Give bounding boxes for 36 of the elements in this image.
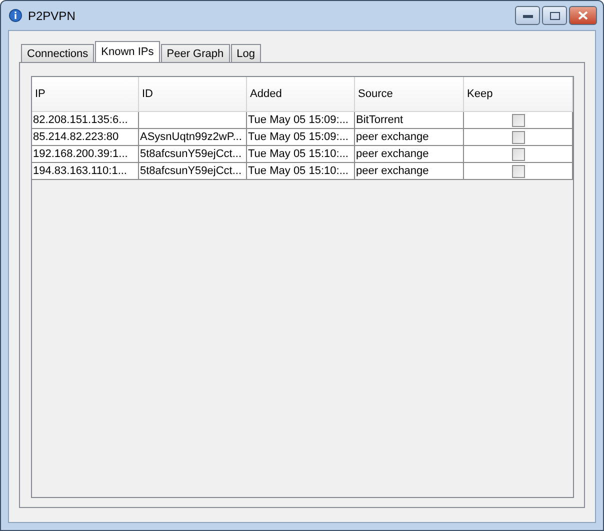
table-cell: Tue May 05 15:10:... xyxy=(247,146,355,163)
tab[interactable]: Log xyxy=(230,44,261,62)
keep-checkbox[interactable] xyxy=(512,114,524,126)
table-cell: 192.168.200.39:1... xyxy=(32,146,139,163)
maximize-button[interactable] xyxy=(542,6,567,25)
minimize-button[interactable] xyxy=(515,6,540,25)
minimize-icon xyxy=(522,14,532,18)
table-cell: peer exchange xyxy=(355,146,464,163)
keep-checkbox[interactable] xyxy=(512,130,524,144)
column-header[interactable]: Source xyxy=(355,77,464,112)
table-cell: 194.83.163.110:1... xyxy=(32,163,139,180)
table-cell: 82.208.151.135:6... xyxy=(32,112,139,129)
close-icon xyxy=(578,11,588,20)
table-cell: 5t8afcsunY59ejCct... xyxy=(139,146,247,163)
close-button[interactable] xyxy=(569,6,597,25)
window-title: P2PVPN xyxy=(28,8,76,22)
column-header[interactable]: Keep xyxy=(464,77,573,112)
column-header[interactable]: ID xyxy=(139,77,247,112)
tab[interactable]: Known IPs xyxy=(95,41,160,62)
maximize-icon xyxy=(550,12,560,20)
keep-checkbox[interactable] xyxy=(512,164,524,178)
table-cell: 5t8afcsunY59ejCct... xyxy=(139,163,247,180)
column-header[interactable]: IP xyxy=(32,77,139,112)
table-cell: peer exchange xyxy=(355,129,464,146)
info-icon xyxy=(9,9,22,22)
table-cell: ASysnUqtn99z2wP... xyxy=(139,129,247,146)
table-cell: 85.214.82.223:80 xyxy=(32,129,139,146)
table-cell: peer exchange xyxy=(355,163,464,180)
table-cell: Tue May 05 15:09:... xyxy=(247,112,355,129)
table-cell: BitTorrent xyxy=(355,112,464,129)
table-cell: Tue May 05 15:10:... xyxy=(247,163,355,180)
keep-checkbox[interactable] xyxy=(512,148,524,160)
column-header[interactable]: Added xyxy=(247,77,355,112)
tab[interactable]: Connections xyxy=(21,44,94,62)
table-cell: Tue May 05 15:09:... xyxy=(247,129,355,146)
tab[interactable]: Peer Graph xyxy=(160,44,230,62)
